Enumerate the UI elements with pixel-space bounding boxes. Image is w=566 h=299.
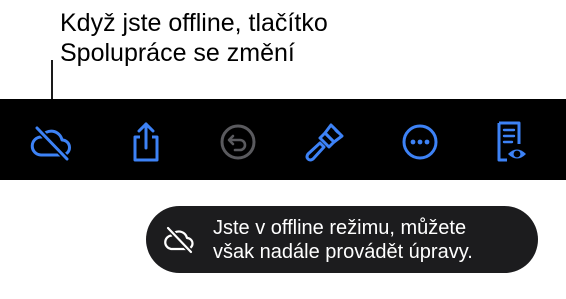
toolbar [0, 99, 566, 180]
undo-icon [220, 124, 256, 160]
reader-view-icon [497, 121, 526, 162]
paintbrush-icon [305, 123, 344, 162]
collaboration-button[interactable] [28, 121, 74, 163]
callout-line-2: Spolupráce se změní [60, 39, 295, 67]
callout-line-1: Když jste offline, tlačítko [60, 9, 328, 37]
more-icon [402, 124, 438, 160]
cloud-slash-icon [30, 125, 71, 162]
offline-toast: Jste v offline režimu, můžete však nadál… [146, 206, 538, 273]
toast-message: Jste v offline režimu, můžete však nadál… [213, 216, 533, 264]
share-icon [133, 122, 159, 162]
callout-text: Když jste offline, tlačítko Spolupráce s… [60, 8, 540, 68]
cloud-slash-icon [164, 225, 194, 254]
share-button[interactable] [123, 121, 169, 163]
more-button[interactable] [397, 121, 443, 163]
toast-message-line-1: Jste v offline režimu, můžete [213, 217, 467, 239]
toast-message-line-2: však nadále provádět úpravy. [213, 241, 473, 263]
undo-button[interactable] [215, 121, 261, 163]
reader-view-button[interactable] [489, 121, 535, 163]
format-button[interactable] [302, 121, 348, 163]
